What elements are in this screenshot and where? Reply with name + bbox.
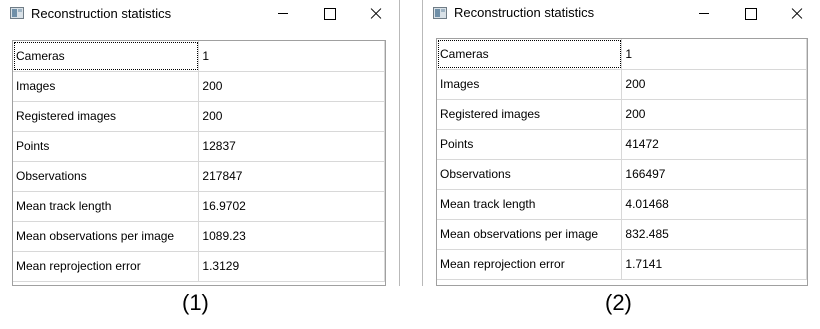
window-title: Reconstruction statistics xyxy=(454,5,595,20)
label-cell[interactable]: Mean track length xyxy=(437,189,623,220)
label-cell[interactable]: Registered images xyxy=(13,101,200,132)
label-cell[interactable]: Observations xyxy=(437,159,623,190)
label-cell[interactable]: Mean observations per image xyxy=(13,221,200,252)
label-cell[interactable]: Registered images xyxy=(437,99,623,130)
value-cell[interactable]: 1089.23 xyxy=(198,221,385,252)
table-row[interactable]: Points 41472 xyxy=(437,129,807,160)
table-row[interactable]: Mean track length 16.9702 xyxy=(13,191,385,222)
app-window-icon xyxy=(433,7,447,19)
table-row[interactable]: Mean reprojection error 1.7141 xyxy=(437,249,807,280)
value-cell[interactable]: 1 xyxy=(198,41,385,72)
value-cell[interactable]: 217847 xyxy=(198,161,385,192)
value-cell[interactable]: 832.485 xyxy=(621,219,807,250)
value-cell[interactable]: 12837 xyxy=(198,131,385,162)
table-row[interactable]: Images 200 xyxy=(437,69,807,100)
minimize-button[interactable] xyxy=(682,0,728,28)
label-cell[interactable]: Mean track length xyxy=(13,191,200,222)
table-row[interactable]: Cameras 1 xyxy=(437,39,807,70)
figure-caption-2: (2) xyxy=(605,290,632,315)
table-row[interactable]: Mean observations per image 832.485 xyxy=(437,219,807,250)
stats-window-1: Reconstruction statistics Cameras 1 Image… xyxy=(0,0,400,286)
label-cell[interactable]: Mean reprojection error xyxy=(13,251,200,282)
stats-table: Cameras 1 Images 200 Registered images 200 … xyxy=(13,41,385,282)
table-row[interactable]: Mean reprojection error 1.3129 xyxy=(13,251,385,282)
value-cell[interactable]: 200 xyxy=(621,99,807,130)
stats-table-container[interactable]: Cameras 1 Images 200 Registered images 200 … xyxy=(12,40,386,286)
label-cell[interactable]: Cameras xyxy=(437,39,623,70)
stats-table: Cameras 1 Images 200 Registered images 200 … xyxy=(437,39,807,280)
app-window-icon xyxy=(10,7,24,19)
value-cell[interactable]: 16.9702 xyxy=(198,191,385,222)
label-cell[interactable]: Points xyxy=(13,131,200,162)
close-button[interactable] xyxy=(353,0,399,28)
value-cell[interactable]: 4.01468 xyxy=(621,189,807,220)
label-cell[interactable]: Images xyxy=(13,71,200,102)
value-cell[interactable]: 200 xyxy=(621,69,807,100)
value-cell[interactable]: 1 xyxy=(621,39,807,70)
title-bar[interactable]: Reconstruction statistics xyxy=(0,0,399,28)
table-row[interactable]: Observations 217847 xyxy=(13,161,385,192)
minimize-button[interactable] xyxy=(261,0,307,28)
table-row[interactable]: Mean observations per image 1089.23 xyxy=(13,221,385,252)
label-cell[interactable]: Mean observations per image xyxy=(437,219,623,250)
label-cell[interactable]: Mean reprojection error xyxy=(437,249,623,280)
value-cell[interactable]: 200 xyxy=(198,71,385,102)
stats-table-container[interactable]: Cameras 1 Images 200 Registered images 200 … xyxy=(436,38,808,286)
stats-window-2: Reconstruction statistics Cameras 1 Image… xyxy=(422,0,820,286)
table-row[interactable]: Registered images 200 xyxy=(13,101,385,132)
label-cell[interactable]: Observations xyxy=(13,161,200,192)
value-cell[interactable]: 166497 xyxy=(621,159,807,190)
table-row[interactable]: Images 200 xyxy=(13,71,385,102)
table-row[interactable]: Points 12837 xyxy=(13,131,385,162)
value-cell[interactable]: 1.7141 xyxy=(621,249,807,280)
value-cell[interactable]: 41472 xyxy=(621,129,807,160)
maximize-button[interactable] xyxy=(728,0,774,28)
table-row[interactable]: Mean track length 4.01468 xyxy=(437,189,807,220)
value-cell[interactable]: 200 xyxy=(198,101,385,132)
figure-caption-1: (1) xyxy=(182,290,209,315)
label-cell[interactable]: Cameras xyxy=(13,41,200,72)
value-cell[interactable]: 1.3129 xyxy=(198,251,385,282)
window-title: Reconstruction statistics xyxy=(31,6,172,21)
label-cell[interactable]: Images xyxy=(437,69,623,100)
title-bar[interactable]: Reconstruction statistics xyxy=(423,0,820,28)
close-button[interactable] xyxy=(774,0,820,28)
table-row[interactable]: Registered images 200 xyxy=(437,99,807,130)
table-row[interactable]: Cameras 1 xyxy=(13,41,385,72)
label-cell[interactable]: Points xyxy=(437,129,623,160)
table-row[interactable]: Observations 166497 xyxy=(437,159,807,190)
maximize-button[interactable] xyxy=(307,0,353,28)
